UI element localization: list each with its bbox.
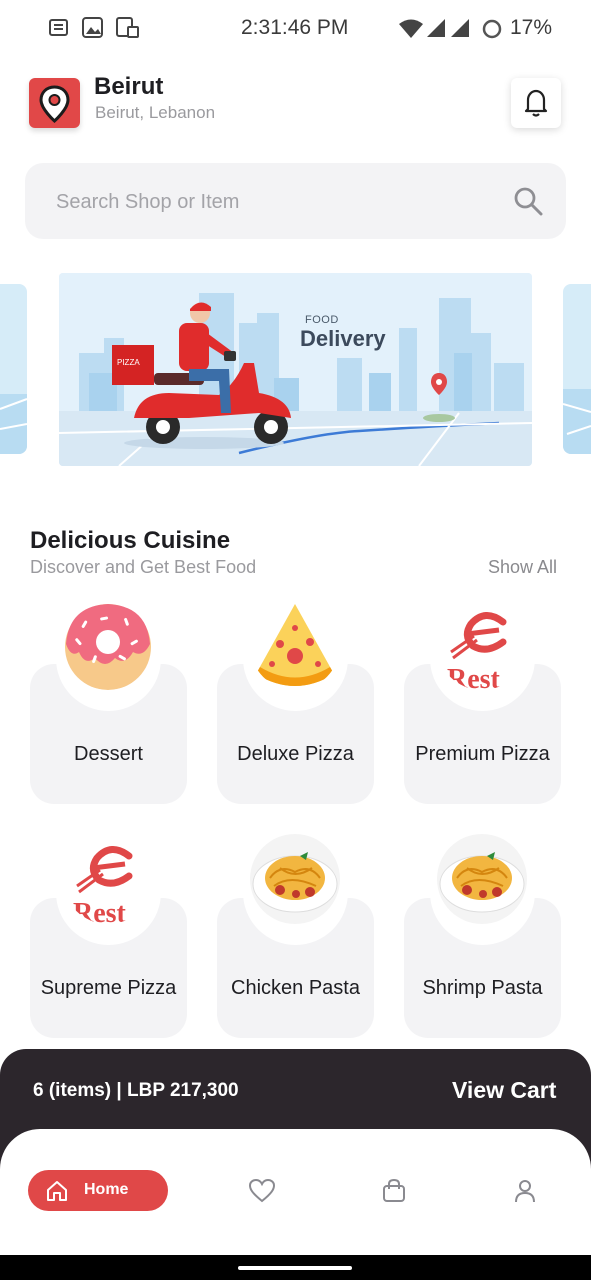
view-cart-button[interactable]: View Cart	[452, 1077, 556, 1104]
delivery-illustration: PIZZA	[59, 273, 532, 466]
pasta-plate-image	[250, 834, 340, 924]
banner-subtitle: FOOD	[305, 314, 339, 326]
cart-summary: 6 (items) | LBP 217,300	[33, 1080, 239, 1101]
status-time: 2:31:46 PM	[241, 16, 349, 39]
location-pin-icon	[39, 85, 70, 124]
promo-banner[interactable]: PIZZA FOOD Delivery	[59, 273, 532, 466]
signal-icon	[427, 19, 445, 37]
notes-icon	[49, 19, 68, 36]
banner-next-slide[interactable]	[563, 284, 591, 454]
status-bar: 2:31:46 PM R 17%	[0, 0, 591, 58]
category-label: Shrimp Pasta	[422, 977, 543, 999]
category-label: Premium Pizza	[415, 743, 550, 765]
search-icon[interactable]	[513, 186, 543, 216]
category-label: Chicken Pasta	[231, 977, 360, 999]
category-label: Supreme Pizza	[40, 977, 177, 999]
home-icon	[47, 1181, 67, 1201]
search-bar[interactable]	[25, 163, 566, 239]
bell-icon	[524, 89, 548, 117]
battery-ring-icon	[482, 19, 502, 39]
pasta-plate-image	[437, 834, 527, 924]
section-subtitle: Discover and Get Best Food	[30, 557, 257, 577]
section-title: Delicious Cuisine	[30, 527, 231, 554]
bag-icon[interactable]	[380, 1177, 408, 1205]
battery-percent: 17%	[510, 16, 553, 39]
location-country: Beirut, Lebanon	[95, 103, 216, 122]
category-card-deluxe-pizza[interactable]: Deluxe Pizza	[217, 604, 374, 804]
location-city[interactable]: Beirut	[94, 73, 163, 101]
category-label: Dessert	[74, 743, 143, 765]
search-input[interactable]	[54, 185, 498, 219]
donut-image	[63, 600, 153, 690]
category-card-chicken-pasta[interactable]: Chicken Pasta	[217, 834, 374, 1038]
heart-icon[interactable]	[248, 1177, 276, 1205]
image-icon	[82, 17, 103, 38]
resto-logo-image: Rest	[437, 600, 527, 690]
category-card-shrimp-pasta[interactable]: Shrimp Pasta	[404, 834, 561, 1038]
category-label: Deluxe Pizza	[237, 743, 354, 765]
svg-text:PIZZA: PIZZA	[117, 358, 140, 367]
category-card-supreme-pizza[interactable]: Rest Supreme Pizza	[30, 834, 187, 1038]
sim-icon	[116, 17, 139, 38]
show-all-link[interactable]: Show All	[488, 557, 557, 578]
category-card-dessert[interactable]: Dessert	[30, 604, 187, 804]
wifi-icon: R	[399, 19, 423, 38]
nav-home-label: Home	[84, 1181, 129, 1198]
user-icon[interactable]	[511, 1177, 539, 1205]
resto-logo-image: Rest	[63, 834, 153, 924]
banner-prev-slide[interactable]	[0, 284, 27, 454]
category-card-premium-pizza[interactable]: Rest Premium Pizza	[404, 600, 561, 804]
banner-title: Delivery	[300, 326, 386, 351]
pizza-slice-image	[250, 600, 340, 690]
signal-icon-2	[451, 19, 469, 37]
location-button[interactable]	[29, 78, 80, 128]
home-gesture-handle[interactable]	[238, 1266, 352, 1270]
nav-home-button[interactable]: Home	[28, 1170, 168, 1211]
notifications-button[interactable]	[511, 78, 561, 128]
